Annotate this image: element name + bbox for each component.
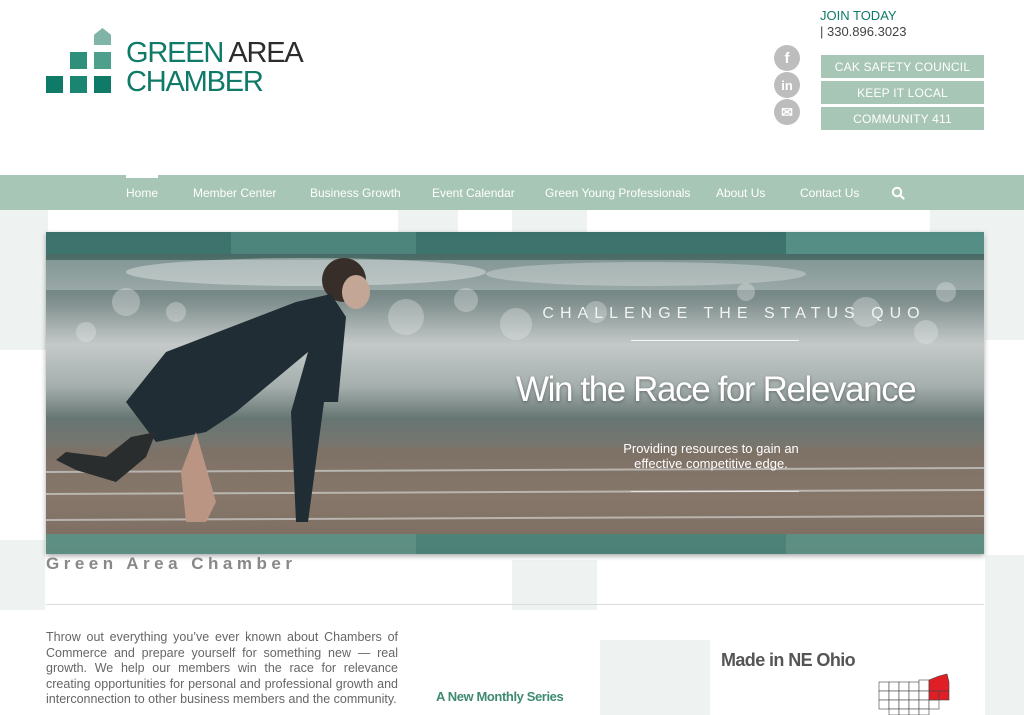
logo-word-green: GREEN (126, 37, 224, 69)
nav-item-business-growth[interactable]: Business Growth (310, 175, 401, 210)
community-411-button[interactable]: COMMUNITY 411 (821, 107, 984, 130)
made-in-ne-ohio-heading: Made in NE Ohio (721, 650, 856, 670)
nav-item-home[interactable]: Home (126, 175, 159, 210)
nav-item-about-us[interactable]: About Us (716, 175, 765, 210)
site-logo[interactable]: GREEN AREA CHAMBER (46, 28, 304, 100)
background-block (512, 560, 597, 610)
cak-safety-council-button[interactable]: CAK SAFETY COUNCIL (821, 55, 984, 78)
mail-icon[interactable]: ✉ (774, 99, 800, 125)
hero-divider-lower (631, 491, 799, 492)
ohio-map-image[interactable] (877, 672, 952, 715)
hero-kicker: CHALLENGE THE STATUS QUO (542, 305, 926, 322)
monthly-series-heading: A New Monthly Series (436, 689, 564, 704)
hero-subtitle: Providing resources to gain an effective… (623, 441, 799, 471)
facebook-glyph: f (784, 49, 790, 67)
background-block (930, 210, 990, 234)
intro-paragraph: Throw out everything you’ve ever known a… (46, 630, 398, 707)
logo-mark-icon (46, 28, 116, 96)
keep-it-local-button[interactable]: KEEP IT LOCAL (821, 81, 984, 104)
search-icon[interactable] (891, 186, 905, 200)
mail-glyph: ✉ (781, 103, 793, 120)
background-block (600, 640, 710, 715)
facebook-icon[interactable]: f (774, 45, 800, 71)
logo-word-chamber: CHAMBER (126, 66, 264, 98)
section-divider (46, 604, 984, 605)
hero-slider[interactable]: CHALLENGE THE STATUS QUO Win the Race fo… (46, 232, 984, 554)
nav-item-member-center[interactable]: Member Center (193, 175, 276, 210)
hero-title: Win the Race for Relevance (516, 370, 917, 409)
background-block (398, 210, 458, 234)
nav-item-contact-us[interactable]: Contact Us (800, 175, 859, 210)
join-block: JOIN TODAY | 330.896.3023 (820, 8, 907, 39)
linkedin-glyph: in (781, 77, 793, 93)
background-block (512, 210, 587, 234)
logo-wordmark: GREEN AREA CHAMBER (126, 37, 304, 98)
section-title: Green Area Chamber (46, 554, 297, 573)
background-block (0, 540, 45, 610)
join-today-link[interactable]: JOIN TODAY (820, 8, 907, 23)
background-block (0, 210, 48, 350)
nav-item-event-calendar[interactable]: Event Calendar (432, 175, 515, 210)
hero-divider (631, 340, 799, 341)
nav-item-green-young-professionals[interactable]: Green Young Professionals (545, 175, 690, 210)
logo-word-area: AREA (228, 37, 303, 69)
background-block (985, 555, 1024, 715)
main-nav: Home Member Center Business Growth Event… (0, 175, 1024, 210)
phone-number: | 330.896.3023 (820, 24, 907, 39)
linkedin-icon[interactable]: in (774, 72, 800, 98)
background-block (985, 210, 1024, 340)
